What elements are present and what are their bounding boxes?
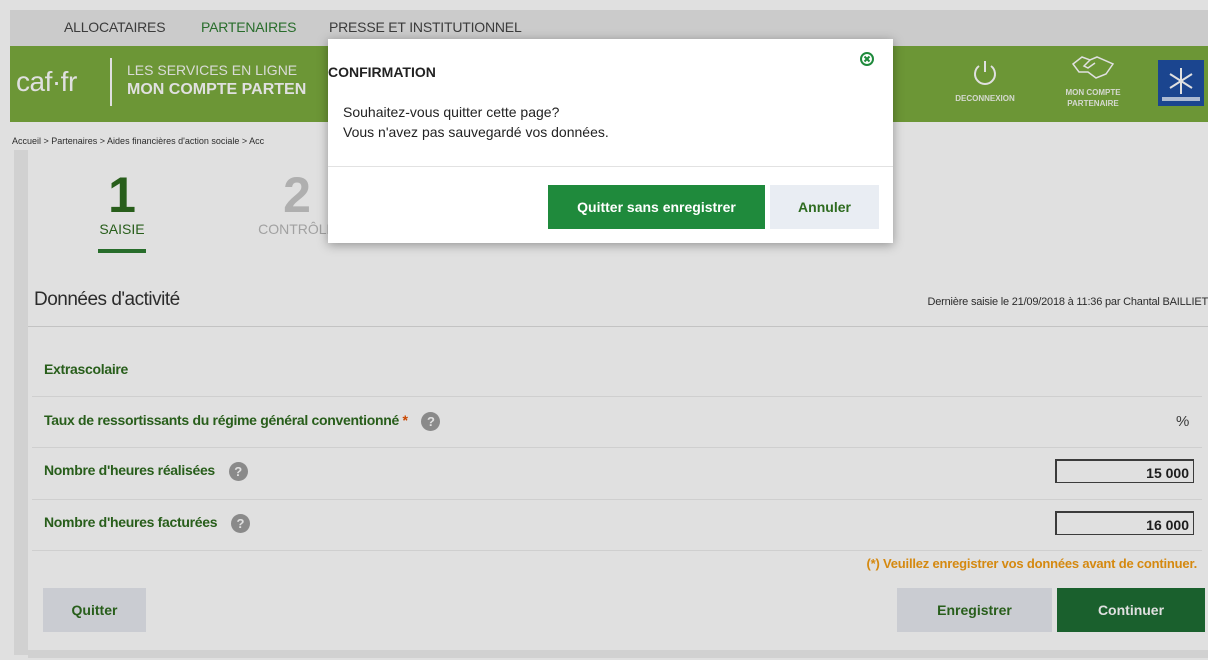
- quit-without-saving-button[interactable]: Quitter sans enregistrer: [548, 185, 765, 229]
- confirmation-dialog: CONFIRMATION Souhaitez-vous quitter cett…: [328, 39, 893, 243]
- cancel-button[interactable]: Annuler: [770, 185, 879, 229]
- dialog-message: Souhaitez-vous quitter cette page? Vous …: [343, 102, 609, 142]
- dialog-divider: [328, 166, 893, 167]
- dialog-message-line-2: Vous n'avez pas sauvegardé vos données.: [343, 124, 609, 140]
- dialog-message-line-1: Souhaitez-vous quitter cette page?: [343, 104, 560, 120]
- close-circle-icon[interactable]: [859, 51, 875, 67]
- dialog-title: CONFIRMATION: [328, 64, 436, 80]
